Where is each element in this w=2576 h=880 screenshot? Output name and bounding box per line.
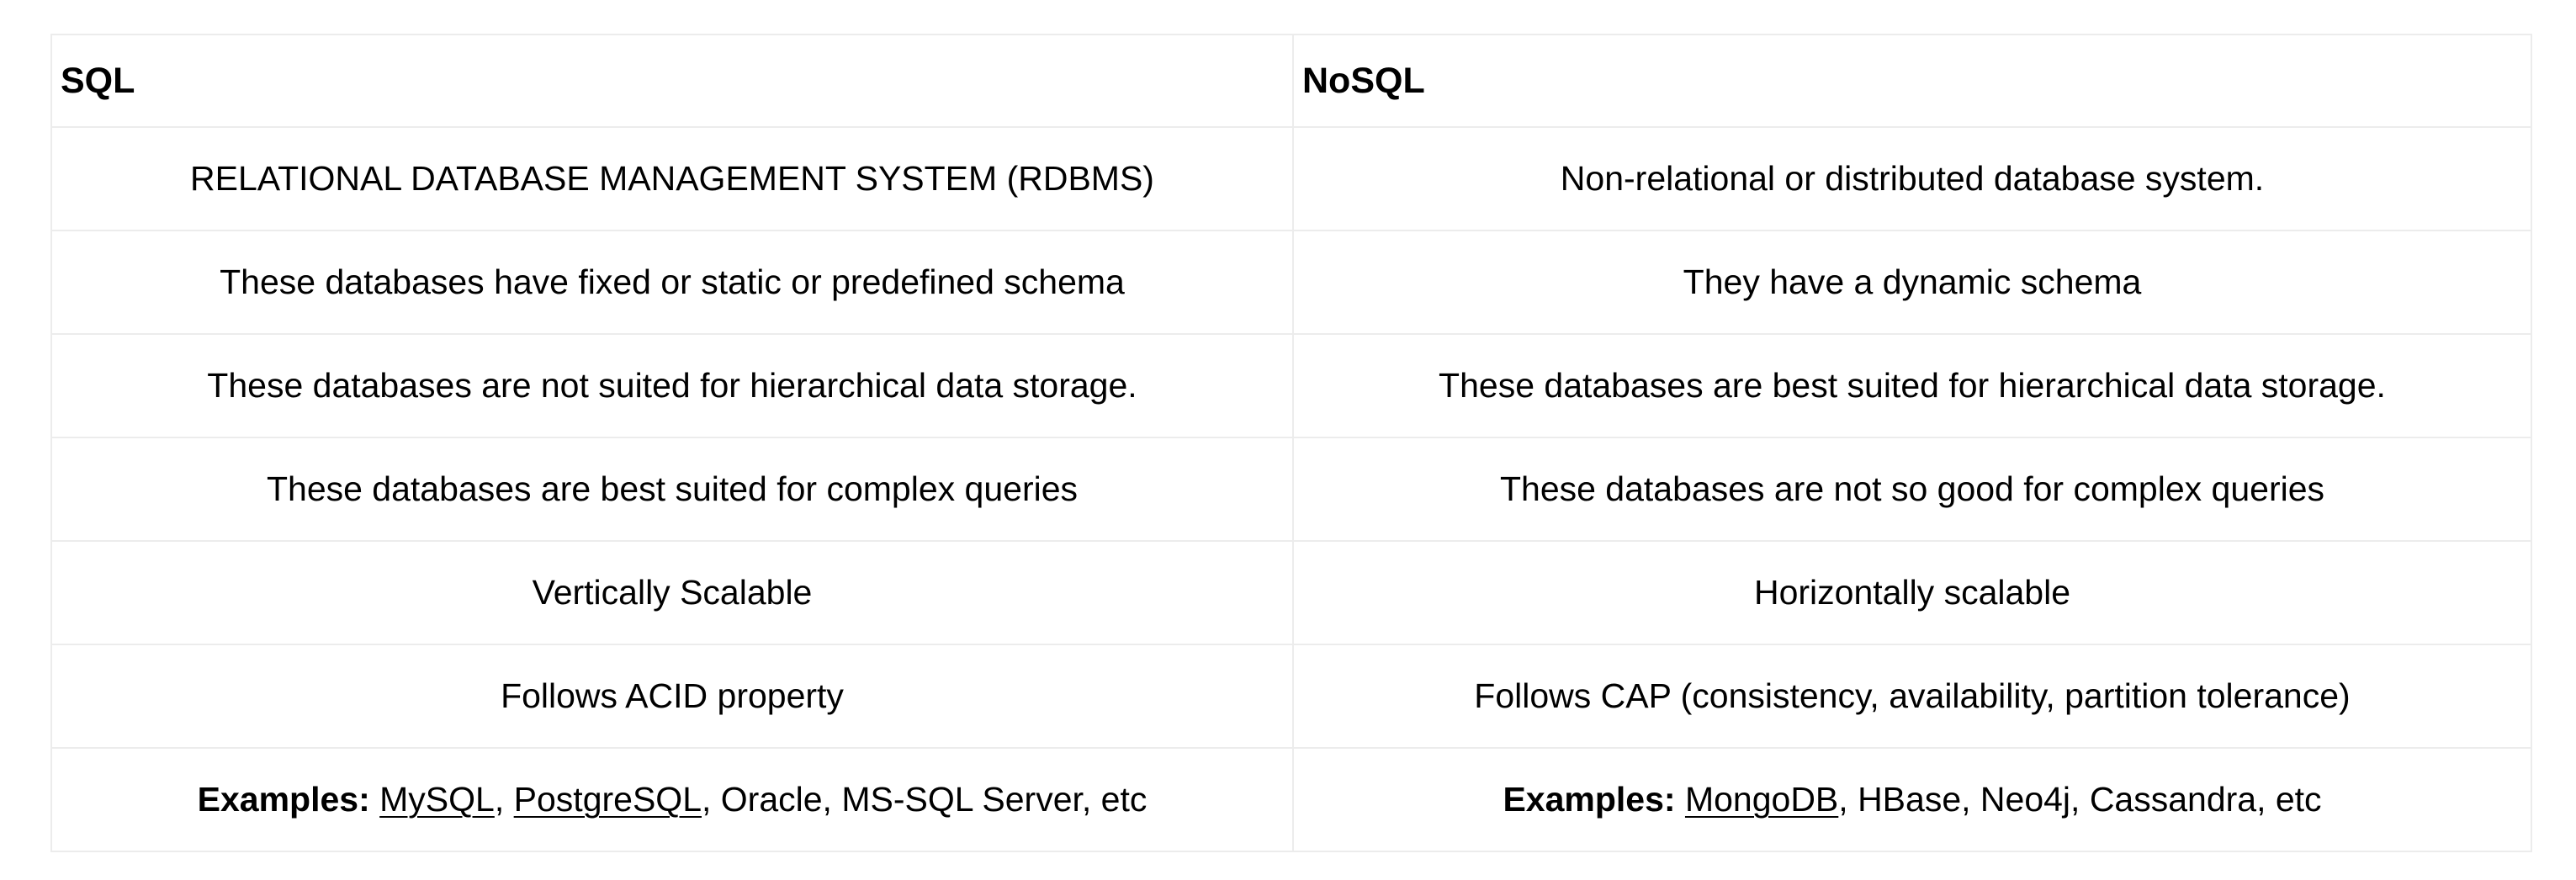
header-sql: SQL — [50, 34, 1294, 128]
nosql-cell: They have a dynamic schema — [1292, 230, 2532, 335]
table-row: These databases are not suited for hiera… — [50, 333, 2532, 438]
nosql-cell: Non-relational or distributed database s… — [1292, 126, 2532, 231]
examples-label: Examples: — [197, 780, 370, 819]
sql-examples-cell: Examples: MySQL, PostgreSQL, Oracle, MS-… — [50, 747, 1294, 852]
postgresql-link[interactable]: PostgreSQL — [514, 780, 702, 819]
table-row: Vertically Scalable Horizontally scalabl… — [50, 540, 2532, 645]
nosql-cell: Follows CAP (consistency, availability, … — [1292, 644, 2532, 749]
nosql-cell: Horizontally scalable — [1292, 540, 2532, 645]
sql-examples-rest: , Oracle, MS-SQL Server, etc — [702, 780, 1148, 819]
nosql-cell: These databases are not so good for comp… — [1292, 437, 2532, 542]
table-row: These databases are best suited for comp… — [50, 437, 2532, 542]
sql-cell: Vertically Scalable — [50, 540, 1294, 645]
table-row: Follows ACID property Follows CAP (consi… — [50, 644, 2532, 749]
sql-cell: These databases are not suited for hiera… — [50, 333, 1294, 438]
header-nosql: NoSQL — [1292, 34, 2532, 128]
table-row: These databases have fixed or static or … — [50, 230, 2532, 335]
sql-cell: RELATIONAL DATABASE MANAGEMENT SYSTEM (R… — [50, 126, 1294, 231]
table-header-row: SQL NoSQL — [50, 34, 2532, 128]
sql-cell: Follows ACID property — [50, 644, 1294, 749]
sql-cell: These databases are best suited for comp… — [50, 437, 1294, 542]
sql-nosql-comparison-table: SQL NoSQL RELATIONAL DATABASE MANAGEMENT… — [50, 34, 2532, 852]
examples-separator: , — [494, 780, 514, 819]
comparison-table-container: SQL NoSQL RELATIONAL DATABASE MANAGEMENT… — [50, 34, 2532, 852]
examples-row: Examples: MySQL, PostgreSQL, Oracle, MS-… — [50, 747, 2532, 852]
nosql-examples-rest: , HBase, Neo4j, Cassandra, etc — [1838, 780, 2322, 819]
mongodb-link[interactable]: MongoDB — [1685, 780, 1838, 819]
mysql-link[interactable]: MySQL — [379, 780, 495, 819]
sql-cell: These databases have fixed or static or … — [50, 230, 1294, 335]
table-row: RELATIONAL DATABASE MANAGEMENT SYSTEM (R… — [50, 126, 2532, 231]
examples-label: Examples: — [1503, 780, 1676, 819]
nosql-cell: These databases are best suited for hier… — [1292, 333, 2532, 438]
nosql-examples-cell: Examples: MongoDB, HBase, Neo4j, Cassand… — [1292, 747, 2532, 852]
